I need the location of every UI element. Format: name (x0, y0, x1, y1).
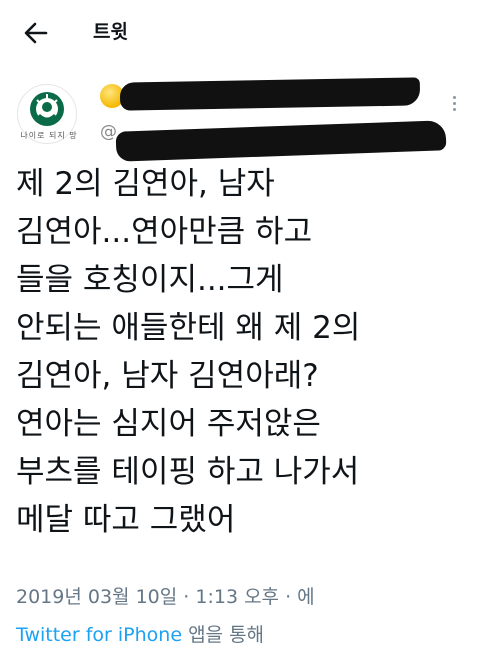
tweet-time: 1:13 오후 (195, 586, 280, 608)
source-suffix: 앱을 통해 (182, 624, 265, 646)
page-title: 트윗 (93, 21, 128, 43)
separator: · (177, 586, 196, 608)
tweet-line: 제 2의 김연아, 남자 (16, 166, 275, 202)
vertical-ellipsis-icon[interactable] (449, 94, 459, 116)
avatar-caption: 나이로 되지 망 (20, 131, 78, 140)
tweet-line: 김연아...연아만큼 하고 (16, 214, 313, 250)
tweet-line: 연아는 심지어 주저앉은 (16, 406, 321, 442)
tweet-line: 안되는 애들한테 왜 제 2의 (16, 310, 361, 346)
tweet-line: 들을 호칭이지...그게 (16, 262, 284, 298)
tweet-timestamp: 2019년 03월 10일 · 1:13 오후 · 에 (16, 582, 315, 609)
tweet-line: 메달 따고 그랬어 (16, 502, 236, 538)
arrow-left-icon[interactable] (20, 18, 52, 48)
tweet-date: 2019년 03월 10일 (16, 586, 178, 608)
tweet-line: 부츠를 테이핑 하고 나가서 (16, 454, 360, 490)
redaction-bar (119, 77, 421, 111)
tweet-text: 제 2의 김연아, 남자 김연아...연아만큼 하고 들을 호칭이지...그게 … (16, 160, 466, 544)
top-bar: 트윗 (0, 0, 480, 64)
redaction-bar (115, 120, 447, 162)
source-link[interactable]: Twitter for iPhone (16, 624, 182, 646)
tweet-source: Twitter for iPhone 앱을 통해 (16, 620, 264, 647)
tweet-line: 김연아, 남자 김연아래? (16, 358, 319, 394)
author-handle: @ (100, 122, 117, 142)
separator: · 에 (279, 586, 315, 608)
